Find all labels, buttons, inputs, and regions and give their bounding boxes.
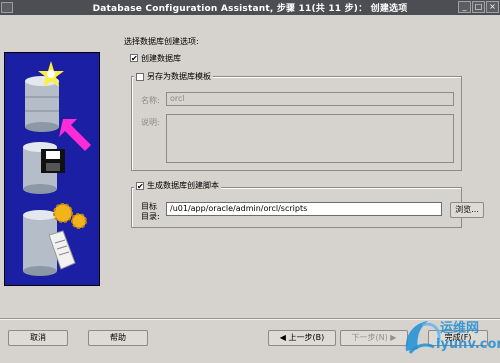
close-icon[interactable]: × bbox=[486, 1, 499, 13]
maximize-icon[interactable]: □ bbox=[472, 1, 485, 13]
next-arrow-icon: ▶ bbox=[387, 333, 397, 342]
back-button[interactable]: ◀ 上一步(B) bbox=[268, 330, 336, 346]
dest-dir-input[interactable]: /u01/app/oracle/admin/orcl/scripts bbox=[166, 202, 442, 216]
wizard-illustration bbox=[4, 52, 100, 286]
create-db-label: 创建数据库 bbox=[141, 54, 181, 63]
options-heading: 选择数据库创建选项: bbox=[124, 37, 199, 46]
template-group-legend: 另存为数据库模板 bbox=[134, 71, 213, 82]
create-db-checkbox[interactable]: ✔ bbox=[130, 54, 138, 63]
watermark: 运维网 iyunv.com bbox=[400, 315, 500, 361]
watermark-logo-icon bbox=[405, 321, 441, 354]
database-save-icon bbox=[23, 142, 65, 194]
template-desc-label: 说明: bbox=[141, 118, 160, 127]
arrow-icon bbox=[59, 119, 91, 151]
script-group-legend: ✔ 生成数据库创建脚本 bbox=[134, 180, 221, 191]
title-bar: Database Configuration Assistant, 步骤 11(… bbox=[0, 0, 500, 15]
window-title: Database Configuration Assistant, 步骤 11(… bbox=[92, 4, 408, 14]
next-button[interactable]: 下一步(N) ▶ bbox=[340, 330, 408, 346]
minimize-icon[interactable]: _ bbox=[458, 1, 471, 13]
browse-button[interactable]: 浏览... bbox=[450, 202, 484, 218]
cancel-button[interactable]: 取消 bbox=[8, 330, 68, 346]
save-template-checkbox[interactable] bbox=[136, 72, 144, 81]
template-desc-field[interactable] bbox=[166, 114, 454, 163]
help-button[interactable]: 帮助 bbox=[88, 330, 148, 346]
save-template-label: 另存为数据库模板 bbox=[147, 72, 211, 81]
template-name-field[interactable]: orcl bbox=[166, 92, 454, 106]
generate-script-label: 生成数据库创建脚本 bbox=[147, 181, 219, 190]
next-label: 下一步(N) bbox=[351, 333, 388, 342]
template-name-label: 名称: bbox=[141, 96, 160, 105]
database-script-icon bbox=[23, 203, 87, 276]
back-label: 上一步(B) bbox=[288, 333, 325, 342]
dest-dir-label-line2: 目录: bbox=[141, 212, 160, 221]
window-menu-icon[interactable] bbox=[1, 2, 13, 13]
generate-script-checkbox[interactable]: ✔ bbox=[136, 181, 144, 190]
watermark-brand: 运维网 bbox=[440, 321, 480, 336]
watermark-site: iyunv.com bbox=[436, 337, 500, 352]
database-icon bbox=[25, 76, 59, 132]
